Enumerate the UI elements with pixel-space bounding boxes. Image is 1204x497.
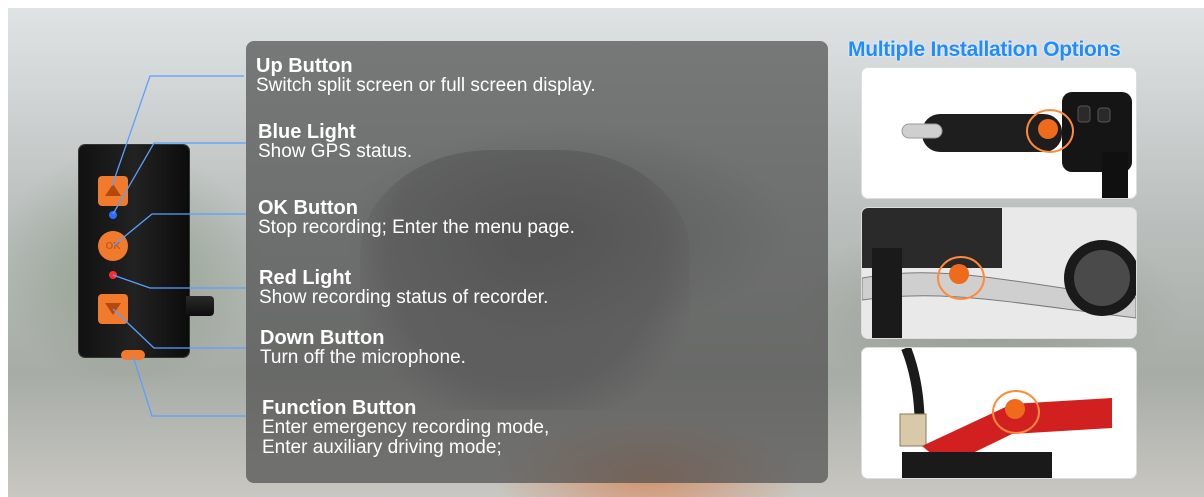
leader-line-red: [112, 274, 246, 289]
handlebar-grip-illustration: [901, 92, 1132, 198]
install-photo-handlebar-grip: [861, 67, 1137, 199]
leader-line-blue: [112, 142, 246, 215]
install-photo-handlebar-bar: [861, 207, 1137, 339]
leader-line-ok: [112, 213, 246, 247]
leader-line-function: [132, 355, 246, 417]
install-photo-mirror-mount: [861, 347, 1137, 479]
mount-location-marker: [949, 264, 969, 284]
leader-line-down: [112, 308, 246, 349]
mount-location-marker: [1038, 119, 1058, 139]
handlebar-bar-illustration: [862, 208, 1136, 338]
leader-line-up: [111, 75, 244, 187]
mount-location-marker: [1005, 399, 1025, 419]
installation-options-title: Multiple Installation Options: [848, 38, 1121, 61]
